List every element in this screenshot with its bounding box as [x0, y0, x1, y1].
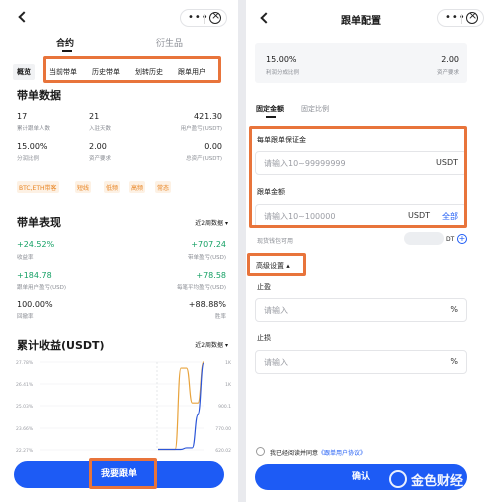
stat-value: 15.00%	[17, 142, 48, 151]
close-icon[interactable]	[466, 9, 478, 24]
dropdown-triangle-icon: ▾	[224, 220, 228, 227]
follow-config-screen: 跟单配置 ••• 15.00% 利润分成比例 2.00 资产要求 固定金额 固定…	[246, 0, 495, 502]
stat-label: 分润比例	[17, 156, 40, 162]
take-profit-input[interactable]: 请输入 %	[255, 298, 467, 322]
more-icon[interactable]: •••	[445, 12, 466, 23]
series-line-0	[157, 361, 205, 451]
subtab-overview[interactable]: 概览	[13, 64, 35, 80]
wallet-balance-mask	[404, 232, 444, 245]
watermark-logo-icon	[389, 470, 407, 488]
y-left-tick-label: 27.78%	[16, 360, 34, 366]
section-title-performance: 带单表现	[17, 216, 61, 229]
stop-loss-placeholder: 请输入	[264, 358, 288, 367]
highlight-subtabs	[43, 56, 221, 83]
perf-value: +24.52%	[17, 240, 55, 249]
tab-fixed-ratio[interactable]: 固定比例	[301, 104, 329, 114]
watermark-text: 金色财经	[411, 474, 464, 489]
tab-indicator	[266, 116, 276, 118]
perf-label: 带单盈亏(USD)	[187, 255, 226, 261]
tab-fixed-amount[interactable]: 固定金额	[256, 104, 284, 114]
stop-loss-input[interactable]: 请输入 %	[255, 350, 467, 374]
back-arrow-icon[interactable]	[260, 12, 272, 24]
take-profit-placeholder: 请输入	[264, 306, 288, 315]
cumulative-profit-chart: 27.78% 1K 26.41% 1K 25.03% 900.1 23.66% 770.00 2…	[16, 360, 232, 454]
y-left-tick-label: 25.03%	[16, 404, 34, 410]
stat-label: 资产要求	[89, 156, 112, 162]
y-left-tick-label: 23.66%	[16, 426, 34, 432]
stat-label: 用户盈亏(USDT)	[180, 126, 222, 132]
summary-label: 利润分成比例	[266, 70, 300, 76]
style-tag: BTC,ETH带客	[17, 181, 59, 193]
stat-value: 0.00	[204, 142, 222, 151]
tab-contract[interactable]: 合约	[56, 36, 74, 49]
take-profit-label: 止盈	[257, 283, 271, 291]
period-selector[interactable]: 近2周数据 ▾	[195, 218, 228, 227]
tab-indicator	[62, 50, 72, 52]
perf-label: 每笔平均盈亏(USD)	[176, 285, 226, 291]
perf-label: 收益率	[17, 255, 34, 261]
y-right-tick-label: 1K	[225, 360, 232, 366]
y-left-tick-label: 22.27%	[16, 448, 34, 454]
y-right-tick-label: 770.00	[215, 426, 231, 432]
miniapp-capsule: •••	[437, 9, 484, 27]
perf-value: +707.24	[191, 240, 226, 249]
percent-unit: %	[450, 305, 458, 314]
agreement-link[interactable]: 《跟单用户协议》	[318, 450, 366, 457]
summary-label: 资产要求	[436, 70, 459, 76]
y-left-tick-label: 26.41%	[16, 382, 34, 388]
style-tag: 短线	[75, 181, 92, 193]
summary-value: 15.00%	[266, 55, 297, 64]
more-icon[interactable]: •••	[188, 12, 209, 23]
stat-value: 21	[89, 112, 100, 121]
perf-label: 胜率	[214, 314, 226, 320]
y-right-tick-label: 620.02	[215, 448, 231, 454]
summary-value: 2.00	[441, 55, 459, 64]
stat-label: 累计跟单人数	[17, 126, 51, 132]
section-title-cumulative: 累计收益(USDT)	[17, 339, 105, 352]
perf-value: +184.78	[17, 271, 52, 280]
stat-label: 总资产(USDT)	[186, 156, 222, 162]
transfer-plus-icon[interactable]: +	[457, 234, 467, 244]
perf-value: +78.58	[196, 271, 226, 280]
perf-value: +88.88%	[188, 300, 226, 309]
dropdown-triangle-icon: ▾	[224, 342, 228, 349]
perf-value: 100.00%	[17, 300, 53, 309]
section-title-data: 带单数据	[17, 89, 61, 102]
perf-label: 回撤率	[17, 314, 34, 320]
highlight-amount-section	[249, 126, 467, 228]
style-tag: 常态	[155, 181, 172, 193]
y-right-tick-label: 900.1	[218, 404, 231, 410]
tab-derivatives[interactable]: 衍生品	[156, 36, 183, 49]
miniapp-capsule: •••	[180, 9, 227, 27]
stat-label: 入驻天数	[89, 126, 112, 132]
page-title: 跟单配置	[341, 16, 381, 27]
y-right-tick-label: 1K	[225, 382, 232, 388]
stat-value: 17	[17, 112, 28, 121]
wallet-value: DT	[446, 236, 455, 243]
percent-unit: %	[450, 357, 458, 366]
perf-label: 跟单用户盈亏(USD)	[17, 285, 67, 291]
back-arrow-icon[interactable]	[18, 11, 30, 23]
style-tag: 高频	[129, 181, 146, 193]
wallet-label: 现货钱包可用	[257, 238, 294, 245]
highlight-follow-button	[89, 458, 157, 489]
close-icon[interactable]	[209, 9, 221, 24]
series-line-1	[157, 362, 205, 451]
trader-detail-screen: ••• 合约 衍生品 概览 当前带单 历史带单 划转历史 跟单用户 带单数据 1…	[0, 0, 238, 502]
stat-value: 2.00	[89, 142, 107, 151]
agree-checkbox[interactable]	[256, 447, 265, 456]
stat-value: 421.30	[194, 112, 222, 121]
style-tag: 低频	[104, 181, 121, 193]
period-selector[interactable]: 近2周数据 ▾	[195, 340, 228, 349]
agreement-text: 我已经阅读并同意《跟单用户协议》	[270, 450, 367, 457]
stop-loss-label: 止损	[257, 334, 271, 342]
highlight-advanced	[247, 253, 306, 276]
